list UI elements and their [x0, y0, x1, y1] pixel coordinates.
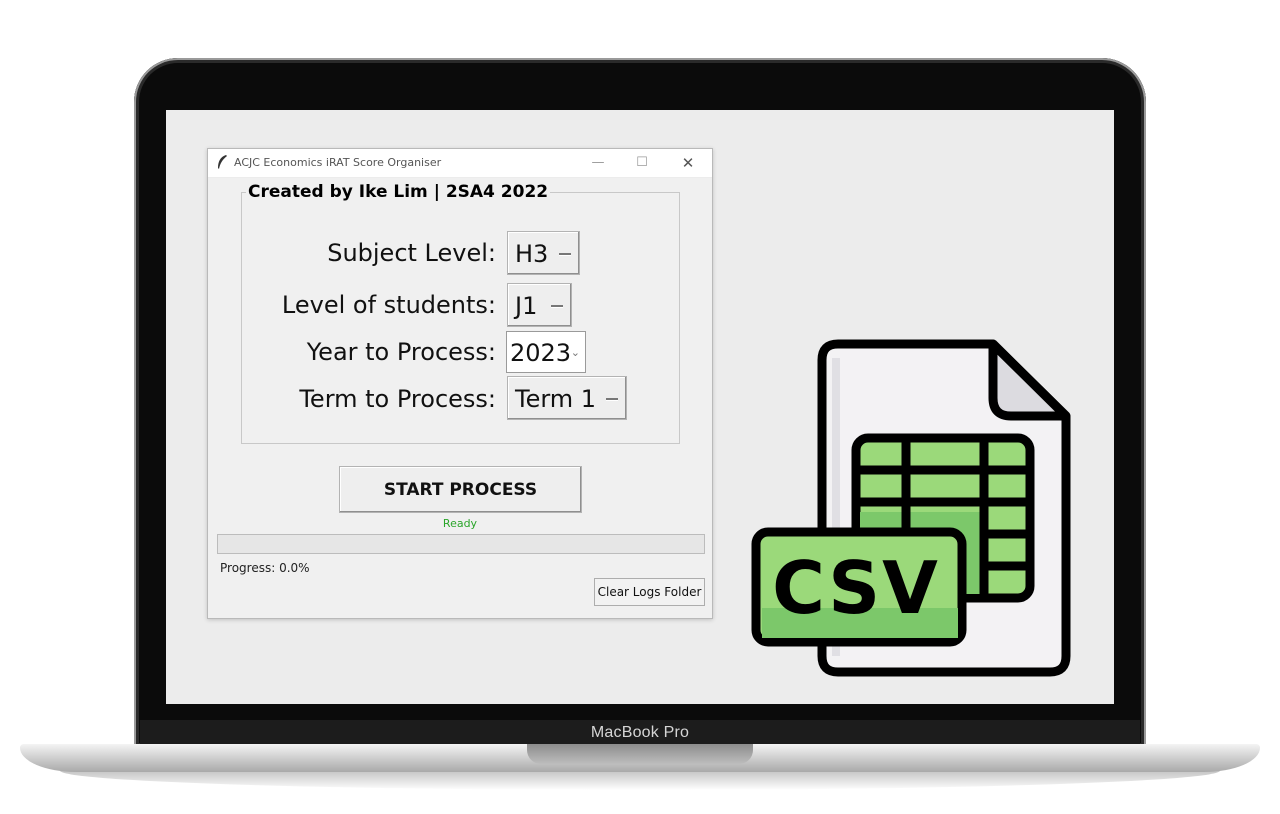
progress-bar — [217, 534, 705, 554]
minimize-button[interactable]: — — [578, 153, 618, 173]
term-value: Term 1 — [515, 385, 597, 413]
subject-level-dropdown[interactable]: H3 — [507, 231, 580, 275]
status-text: Ready — [442, 517, 478, 530]
subject-level-label: Subject Level: — [327, 239, 496, 267]
device-brand-label: MacBook Pro — [590, 724, 690, 741]
student-level-dropdown[interactable]: J1 — [507, 283, 572, 327]
laptop-base-shadow — [60, 770, 1220, 790]
maximize-button[interactable]: ☐ — [622, 153, 662, 173]
laptop-opening-notch — [527, 744, 753, 764]
progress-label: Progress: 0.0% — [220, 561, 310, 575]
student-level-value: J1 — [515, 292, 538, 320]
close-button[interactable]: ✕ — [668, 153, 708, 173]
app-window: ACJC Economics iRAT Score Organiser — ☐ … — [207, 148, 713, 619]
subject-level-value: H3 — [515, 240, 549, 268]
csv-label-text: CSV — [772, 546, 940, 630]
window-title: ACJC Economics iRAT Score Organiser — [234, 156, 442, 169]
csv-file-icon — [751, 339, 1071, 677]
term-dropdown[interactable]: Term 1 — [507, 376, 627, 420]
year-combobox[interactable]: 2023 ⌄ — [506, 331, 586, 373]
year-label: Year to Process: — [306, 338, 496, 366]
page-fold — [988, 339, 1071, 421]
student-level-label: Level of students: — [281, 291, 496, 319]
feather-icon — [218, 155, 227, 169]
window-titlebar[interactable]: ACJC Economics iRAT Score Organiser — ☐ … — [208, 149, 712, 178]
year-value: 2023 — [510, 339, 572, 367]
term-label: Term to Process: — [299, 385, 496, 413]
dropdown-indicator-icon — [559, 253, 571, 255]
dropdown-indicator-icon — [551, 305, 563, 307]
dropdown-indicator-icon — [606, 398, 618, 400]
clear-logs-button[interactable]: Clear Logs Folder — [594, 578, 705, 606]
group-title: Created by Ike Lim | 2SA4 2022 — [246, 182, 551, 202]
start-process-button[interactable]: START PROCESS — [339, 466, 582, 513]
chevron-down-icon[interactable]: ⌄ — [571, 332, 580, 374]
